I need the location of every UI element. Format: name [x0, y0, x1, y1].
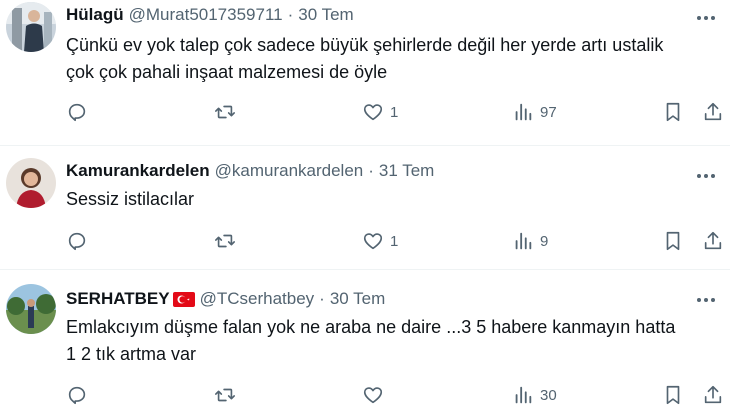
bookmark-icon — [666, 231, 680, 251]
views-icon — [515, 386, 532, 404]
avatar[interactable] — [6, 284, 56, 334]
reply-icon — [68, 386, 86, 405]
bookmark-button[interactable] — [662, 100, 684, 124]
share-button[interactable] — [702, 229, 724, 253]
separator: · — [287, 5, 294, 24]
retweet-button[interactable] — [214, 383, 236, 407]
bookmark-button[interactable] — [662, 383, 684, 407]
display-name[interactable]: Hülagü — [66, 5, 124, 25]
separator: · — [368, 161, 374, 180]
tweet[interactable]: Kamurankardelen @kamurankardelen · 31 Te… — [0, 146, 730, 270]
tweet-text: Sessiz istilacılar — [66, 186, 720, 213]
tweet-text: Emlakcıyım düşme falan yok ne araba ne d… — [66, 314, 720, 368]
reply-icon — [68, 103, 86, 122]
tweet-date[interactable]: 31 Tem — [379, 161, 434, 181]
retweet-icon — [215, 105, 235, 119]
tweet-text-line: Emlakcıyım düşme falan yok ne araba ne d… — [66, 317, 676, 337]
tweet-text: Çünkü ev yok talep çok sadece büyük şehi… — [66, 32, 720, 86]
like-count: 1 — [390, 232, 399, 250]
heart-icon — [363, 104, 383, 121]
bookmark-button[interactable] — [662, 229, 684, 253]
retweet-icon — [215, 388, 235, 402]
tweet[interactable]: SERHATBEY @TCserhatbey · 30 Tem Emlakcıy… — [0, 270, 730, 420]
user-handle[interactable]: @Murat5017359711 — [129, 5, 283, 25]
more-horizontal-icon[interactable] — [694, 8, 718, 28]
tweet-text-line: çok çok pahali inşaat malzemesi de öyle — [66, 62, 388, 82]
view-count: 9 — [540, 232, 549, 250]
reply-button[interactable] — [66, 383, 88, 407]
tweet-header: Kamurankardelen @kamurankardelen · 31 Te… — [66, 160, 720, 182]
retweet-icon — [215, 234, 235, 248]
retweet-button[interactable] — [214, 229, 236, 253]
action-bar: 30 — [66, 383, 726, 407]
share-icon — [704, 102, 722, 121]
turkish-flag-icon — [172, 291, 195, 307]
like-button[interactable] — [362, 383, 390, 407]
view-count: 97 — [540, 103, 557, 121]
share-icon — [704, 231, 722, 250]
tweet-date[interactable]: 30 Tem — [330, 289, 385, 309]
reply-button[interactable] — [66, 229, 88, 253]
more-horizontal-icon[interactable] — [694, 166, 718, 186]
views-button[interactable]: 30 — [512, 383, 557, 407]
views-button[interactable]: 97 — [512, 100, 557, 124]
more-horizontal-icon[interactable] — [694, 290, 718, 310]
like-button[interactable]: 1 — [362, 229, 398, 253]
bookmark-icon — [666, 385, 680, 405]
tweet-text-line: 1 2 tık artma var — [66, 344, 197, 364]
action-bar: 1 9 — [66, 229, 726, 253]
heart-icon — [363, 233, 383, 250]
reply-button[interactable] — [66, 100, 88, 124]
separator: · — [319, 289, 325, 308]
view-count: 30 — [540, 386, 557, 404]
share-icon — [704, 385, 722, 404]
reply-icon — [68, 232, 86, 251]
avatar[interactable] — [6, 2, 56, 52]
tweet-header: Hülagü @Murat5017359711 · 30 Tem — [66, 4, 720, 26]
tweet-date[interactable]: 30 Tem — [298, 5, 353, 25]
avatar[interactable] — [6, 158, 56, 208]
share-button[interactable] — [702, 100, 724, 124]
tweet-header: SERHATBEY @TCserhatbey · 30 Tem — [66, 288, 720, 310]
action-bar: 1 97 — [66, 100, 726, 124]
user-handle[interactable]: @kamurankardelen — [215, 161, 364, 181]
display-name[interactable]: SERHATBEY — [66, 289, 170, 309]
bookmark-icon — [666, 102, 680, 122]
tweet-text-line: Sessiz istilacılar — [66, 189, 195, 209]
display-name[interactable]: Kamurankardelen — [66, 161, 210, 181]
views-icon — [515, 232, 532, 250]
views-icon — [515, 103, 532, 121]
heart-icon — [363, 387, 383, 404]
like-count: 1 — [390, 103, 399, 121]
tweet-text-line: Çünkü ev yok talep çok sadece büyük şehi… — [66, 35, 664, 55]
tweet[interactable]: Hülagü @Murat5017359711 · 30 Tem Çünkü e… — [0, 0, 730, 146]
views-button[interactable]: 9 — [512, 229, 548, 253]
retweet-button[interactable] — [214, 100, 236, 124]
like-button[interactable]: 1 — [362, 100, 398, 124]
user-handle[interactable]: @TCserhatbey — [200, 289, 315, 309]
share-button[interactable] — [702, 383, 724, 407]
